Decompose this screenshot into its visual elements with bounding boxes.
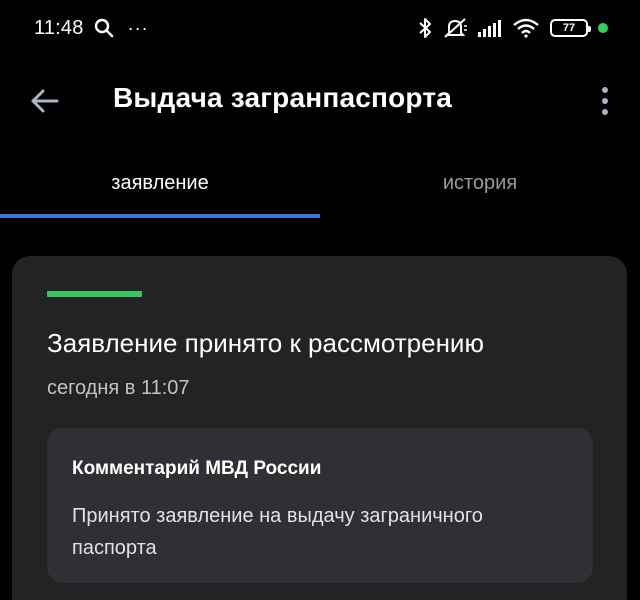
tab-application[interactable]: заявление — [0, 150, 320, 216]
battery-level: 77 — [562, 21, 576, 34]
more-notifications-indicator: ··· — [127, 17, 149, 38]
status-bar-left: 11:48 ··· — [34, 17, 149, 40]
search-icon — [94, 18, 113, 38]
comment-box: Комментарий МВД России Принято заявление… — [47, 428, 593, 583]
status-bar: 11:48 ··· 77 — [0, 0, 640, 56]
tab-history[interactable]: история — [320, 150, 640, 216]
signal-icon — [478, 20, 501, 37]
status-bar-right: 77 — [418, 17, 608, 39]
battery-icon: 77 — [550, 19, 591, 37]
wifi-icon — [513, 18, 539, 38]
app-bar: Выдача загранпаспорта — [0, 64, 640, 136]
mute-vibrate-icon — [444, 18, 467, 38]
status-title: Заявление принято к рассмотрению — [47, 328, 484, 358]
status-time: 11:48 — [34, 16, 84, 39]
active-tab-indicator — [0, 214, 320, 218]
application-status-card: Заявление принято к рассмотрению сегодня… — [12, 256, 627, 600]
page-title: Выдача загранпаспорта — [113, 82, 453, 113]
screen: 11:48 ··· 77 Выдача загранпаспорта заявл… — [0, 0, 640, 600]
comment-text: Принято заявление на выдачу заграничного… — [72, 505, 483, 559]
more-options-button[interactable] — [590, 84, 620, 118]
back-button[interactable] — [28, 84, 62, 118]
tab-bar: заявление история — [0, 150, 640, 220]
comment-author: Комментарий МВД России — [72, 458, 322, 479]
arrow-left-icon — [31, 89, 59, 113]
bluetooth-icon — [419, 18, 431, 38]
status-indicator-bar — [47, 291, 142, 297]
status-timestamp: сегодня в 11:07 — [47, 377, 190, 399]
privacy-indicator-dot — [598, 23, 608, 33]
more-vertical-icon — [602, 87, 608, 115]
